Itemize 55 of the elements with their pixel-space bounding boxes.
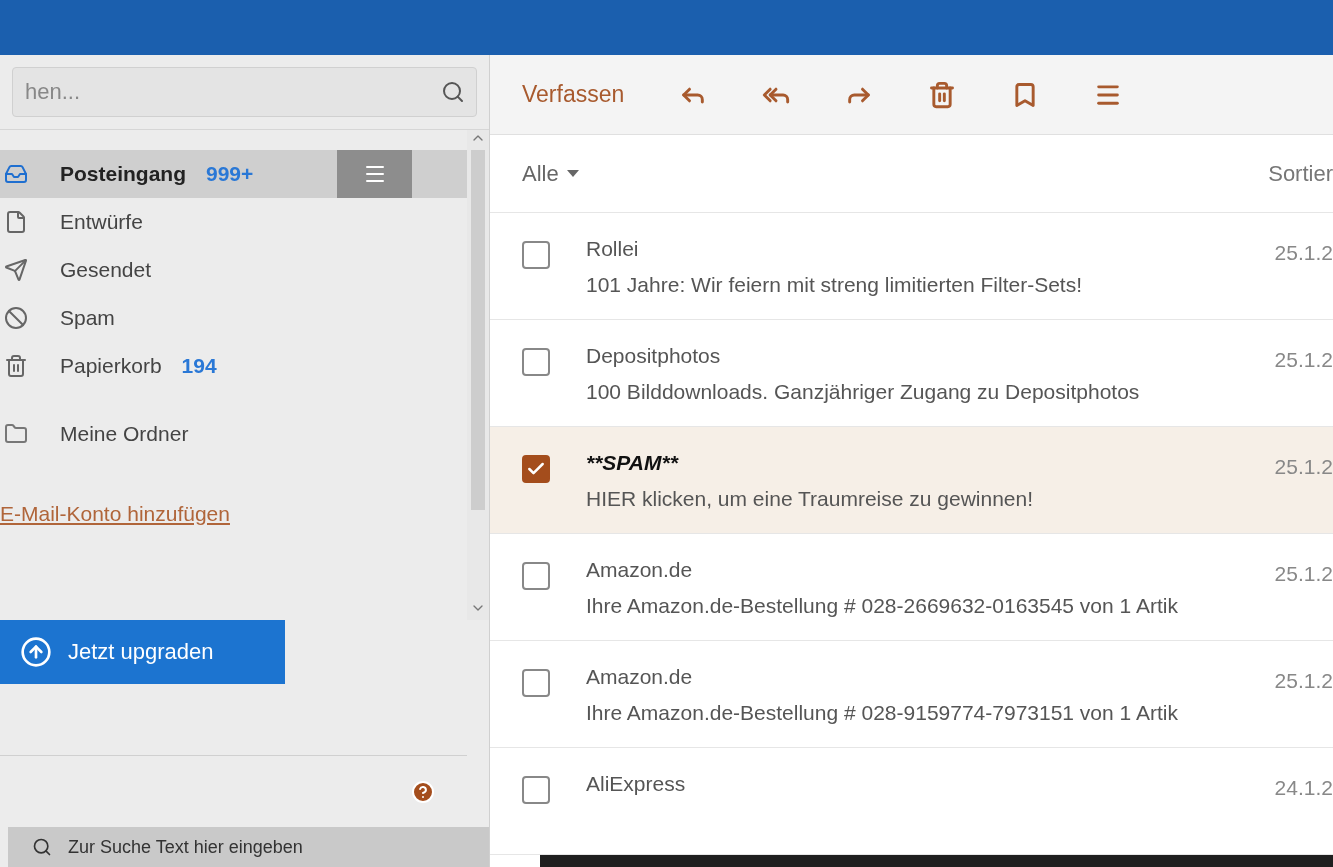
upgrade-button[interactable]: Jetzt upgraden bbox=[0, 619, 285, 684]
folder-menu-button[interactable] bbox=[337, 150, 412, 198]
folder-label: Gesendet bbox=[60, 257, 152, 284]
unread-count: 194 bbox=[181, 353, 217, 380]
upload-icon bbox=[20, 635, 52, 668]
checkbox[interactable] bbox=[522, 348, 550, 376]
date-text: 24.1.2 bbox=[1274, 775, 1333, 801]
date-text: 25.1.2 bbox=[1274, 668, 1333, 694]
message-row[interactable]: **SPAM** HIER klicken, um eine Traumreise zu gewinnen! 25.1.2 bbox=[490, 427, 1333, 534]
taskbar-search-field[interactable]: Zur Suche Text hier eingeben bbox=[8, 827, 489, 867]
sender-name: AliExpress bbox=[586, 771, 687, 797]
sender-name: Amazon.de bbox=[586, 557, 694, 583]
folder-label: Entwürfe bbox=[60, 209, 143, 236]
message-row[interactable]: Amazon.de Ihre Amazon.de-Bestellung # 028-9159774-7973151 von 1 Artik 25.1.2 bbox=[490, 641, 1333, 748]
folder-label: Posteingang bbox=[60, 161, 186, 188]
sender-name: Amazon.de bbox=[586, 664, 694, 690]
sender-name: Depositphotos bbox=[586, 343, 722, 369]
scrollbar[interactable] bbox=[467, 130, 489, 620]
compose-button[interactable]: Verfassen bbox=[522, 77, 625, 112]
add-account-link[interactable]: E-Mail-Konto hinzufügen bbox=[0, 498, 230, 530]
sender-name: Rollei bbox=[586, 236, 640, 262]
date-text: 25.1.2 bbox=[1274, 347, 1333, 373]
search-icon bbox=[32, 837, 52, 857]
help-icon[interactable] bbox=[411, 779, 435, 804]
unread-count: 999+ bbox=[206, 161, 254, 188]
folder-item[interactable]: Gesendet bbox=[0, 246, 467, 294]
sort-button[interactable]: Sortier bbox=[1268, 157, 1333, 190]
subject-text: Ihre Amazon.de-Bestellung # 028-9159774-7973151 von 1 Artik bbox=[586, 699, 1179, 726]
search-icon[interactable] bbox=[441, 80, 465, 104]
delete-icon[interactable] bbox=[928, 80, 957, 109]
folder-item[interactable]: Spam bbox=[0, 294, 467, 342]
date-text: 25.1.2 bbox=[1274, 240, 1333, 266]
subject-text: 101 Jahre: Wir feiern mit streng limitierten Filter-Sets! bbox=[586, 271, 1083, 298]
folder-label: Papierkorb bbox=[60, 353, 162, 380]
message-row[interactable]: Rollei 101 Jahre: Wir feiern mit streng limitierten Filter-Sets! 25.1.2 bbox=[490, 213, 1333, 320]
subject-text: 100 Bilddownloads. Ganzjähriger Zugang zu Depositphotos bbox=[586, 378, 1141, 405]
date-text: 25.1.2 bbox=[1274, 561, 1333, 587]
sender-name: **SPAM** bbox=[586, 450, 680, 476]
date-text: 25.1.2 bbox=[1274, 454, 1333, 480]
subject-text: HIER klicken, um eine Traumreise zu gewinnen! bbox=[586, 485, 1035, 512]
subject-text: Ihre Amazon.de-Bestellung # 028-2669632-0163545 von 1 Artik bbox=[586, 592, 1179, 619]
checkbox[interactable] bbox=[522, 241, 550, 269]
checkbox[interactable] bbox=[522, 669, 550, 697]
caret-icon bbox=[566, 170, 579, 177]
folder-item[interactable]: Entwürfe bbox=[0, 198, 467, 246]
my-folders-label[interactable]: Meine Ordner bbox=[60, 418, 189, 450]
folder-item[interactable]: Papierkorb 194 bbox=[0, 342, 467, 390]
search-field[interactable]: hen... bbox=[12, 67, 477, 117]
message-row[interactable]: Amazon.de Ihre Amazon.de-Bestellung # 028-2669632-0163545 von 1 Artik 25.1.2 bbox=[490, 534, 1333, 641]
folder-label: Spam bbox=[60, 305, 115, 332]
checkbox[interactable] bbox=[522, 455, 550, 483]
folder-item[interactable]: Posteingang 999+ bbox=[0, 150, 467, 198]
checkbox[interactable] bbox=[522, 776, 550, 804]
filter-dropdown[interactable]: Alle bbox=[522, 157, 579, 190]
checkbox[interactable] bbox=[522, 562, 550, 590]
